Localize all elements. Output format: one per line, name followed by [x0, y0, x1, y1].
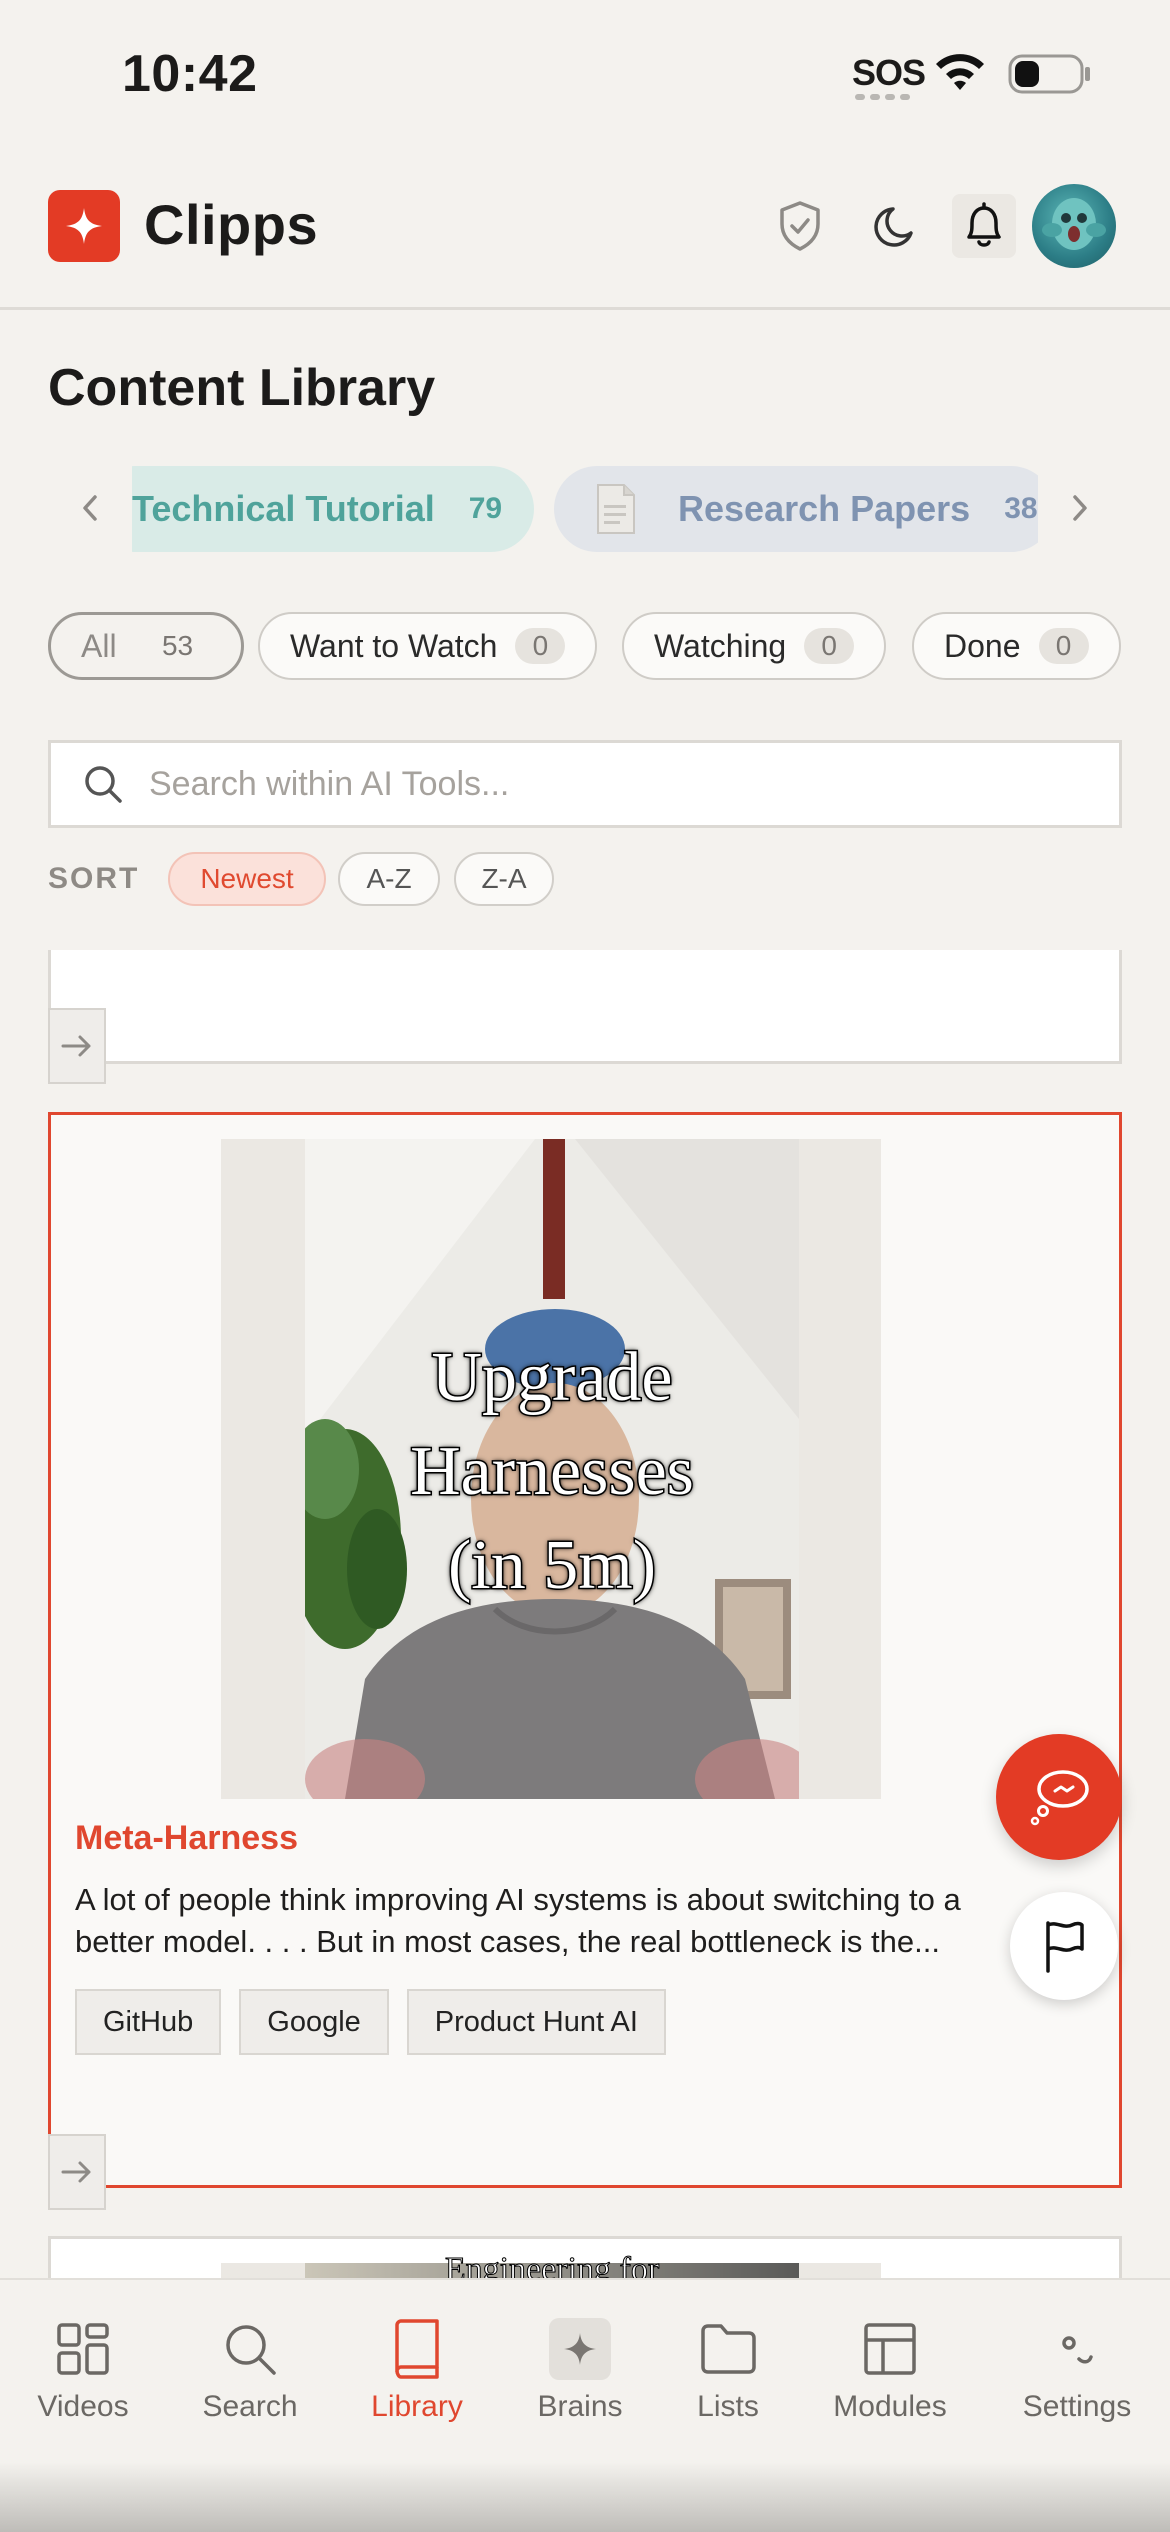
category-chip-research-papers[interactable]: Research Papers 38: [554, 466, 1038, 552]
search-icon: [85, 766, 122, 803]
thumbnail-caption: Upgrade Harnesses (in 5m): [409, 1338, 696, 1606]
video-card-partial[interactable]: [48, 950, 1122, 1064]
category-label: Research Papers: [678, 488, 971, 529]
filter-count: 53: [161, 630, 194, 661]
nav-label: Modules: [833, 2390, 947, 2423]
wifi-icon: [936, 54, 984, 90]
sort-a-z-button[interactable]: A-Z: [338, 852, 440, 906]
status-bar: 10:42 SOS: [0, 0, 1170, 150]
carousel-prev-button[interactable]: [66, 484, 114, 532]
sort-label: SORT: [48, 862, 140, 895]
status-time: 10:42: [122, 45, 258, 103]
open-card-button[interactable]: [48, 1008, 106, 1084]
filter-label: Want to Watch: [290, 627, 498, 664]
search-bar: [48, 740, 1122, 828]
shield-button[interactable]: [768, 194, 832, 258]
bell-icon: [967, 202, 1001, 247]
filter-tab-all[interactable]: All 53: [48, 612, 244, 680]
home-indicator-area: [0, 2462, 1170, 2532]
category-carousel: Technical Tutorial 79 Research Papers 38: [132, 464, 1038, 554]
nav-label: Settings: [1022, 2390, 1132, 2423]
grid-icon: [52, 2318, 114, 2380]
document-icon: [597, 484, 635, 534]
filter-label: Done: [944, 627, 1021, 664]
tag-chip[interactable]: Google: [239, 1989, 389, 2055]
nav-item-modules[interactable]: Modules: [810, 2318, 970, 2424]
search-icon: [219, 2318, 281, 2380]
thumbnail-image: Upgrade Harnesses (in 5m): [305, 1139, 799, 1799]
category-count: 79: [468, 492, 503, 525]
battery-icon: [1008, 54, 1090, 94]
sos-indicator: SOS: [852, 52, 926, 93]
folder-icon: [697, 2318, 759, 2380]
carousel-next-button[interactable]: [1056, 484, 1104, 532]
nav-label: Lists: [697, 2390, 759, 2423]
page-title: Content Library: [48, 359, 436, 417]
chevron-left-icon: [83, 495, 97, 521]
filter-tab-want-to-watch[interactable]: Want to Watch 0: [258, 612, 598, 680]
open-card-button[interactable]: [48, 2134, 106, 2210]
search-input[interactable]: [149, 764, 1049, 804]
sort-newest-button[interactable]: Newest: [168, 852, 326, 906]
avatar-image: [1042, 198, 1106, 250]
sparkle-icon: [66, 208, 102, 244]
card-title[interactable]: Meta-Harness: [75, 1819, 298, 1858]
filter-count: 0: [515, 628, 566, 664]
nav-item-search[interactable]: Search: [170, 2318, 330, 2424]
filter-label: Watching: [654, 627, 787, 664]
sort-z-a-button[interactable]: Z-A: [454, 852, 554, 906]
thought-bubble-icon: [1030, 1770, 1089, 1826]
sparkle-icon: [549, 2318, 611, 2380]
category-label: Technical Tutorial: [132, 488, 435, 529]
sos-dots: [855, 94, 910, 100]
app-header: Clipps: [0, 170, 1170, 310]
nav-item-videos[interactable]: Videos: [3, 2318, 163, 2424]
book-icon: [386, 2318, 448, 2380]
report-flag-button[interactable]: [1010, 1892, 1118, 2000]
arrow-right-icon: [61, 1035, 91, 1057]
settings-icon: [1046, 2318, 1108, 2380]
filter-tab-watching[interactable]: Watching 0: [622, 612, 887, 680]
nav-label: Brains: [537, 2390, 623, 2423]
video-thumbnail[interactable]: Upgrade Harnesses (in 5m): [221, 1139, 881, 1799]
app-title: Clipps: [144, 193, 319, 256]
nav-label: Library: [371, 2390, 463, 2423]
tag-chip[interactable]: Product Hunt AI: [406, 1989, 666, 2055]
filter-count: 0: [1038, 628, 1089, 664]
card-tags: GitHub Google Product Hunt AI: [75, 1989, 666, 2055]
nav-item-settings[interactable]: Settings: [997, 2318, 1157, 2424]
nav-item-library[interactable]: Library: [337, 2318, 497, 2424]
arrow-right-icon: [61, 2161, 91, 2183]
notifications-button[interactable]: [952, 194, 1016, 258]
ai-chat-button[interactable]: [996, 1734, 1122, 1860]
filter-tab-done[interactable]: Done 0: [912, 612, 1121, 680]
status-filter-tabs: All 53 Want to Watch 0 Watching 0 Done 0: [48, 612, 1122, 682]
shield-check-icon: [780, 201, 820, 251]
video-card[interactable]: Upgrade Harnesses (in 5m) Meta-Harness A…: [48, 1112, 1122, 2188]
nav-label: Videos: [37, 2390, 129, 2423]
chevron-right-icon: [1073, 495, 1087, 521]
app-logo-icon[interactable]: [48, 190, 120, 262]
nav-item-brains[interactable]: Brains: [500, 2318, 660, 2424]
category-count: 38: [1004, 492, 1038, 525]
filter-count: 0: [804, 628, 855, 664]
card-description: A lot of people think improving AI syste…: [75, 1882, 961, 1959]
category-chip-technical-tutorial[interactable]: Technical Tutorial 79: [132, 466, 534, 552]
tag-chip[interactable]: GitHub: [75, 1989, 222, 2055]
flag-icon: [1046, 1921, 1084, 1973]
nav-item-lists[interactable]: Lists: [648, 2318, 808, 2424]
avatar[interactable]: [1032, 184, 1116, 268]
layout-icon: [859, 2318, 921, 2380]
filter-label: All: [81, 627, 117, 664]
moon-icon: [874, 207, 913, 247]
nav-label: Search: [202, 2390, 298, 2423]
dark-mode-button[interactable]: [866, 194, 930, 258]
